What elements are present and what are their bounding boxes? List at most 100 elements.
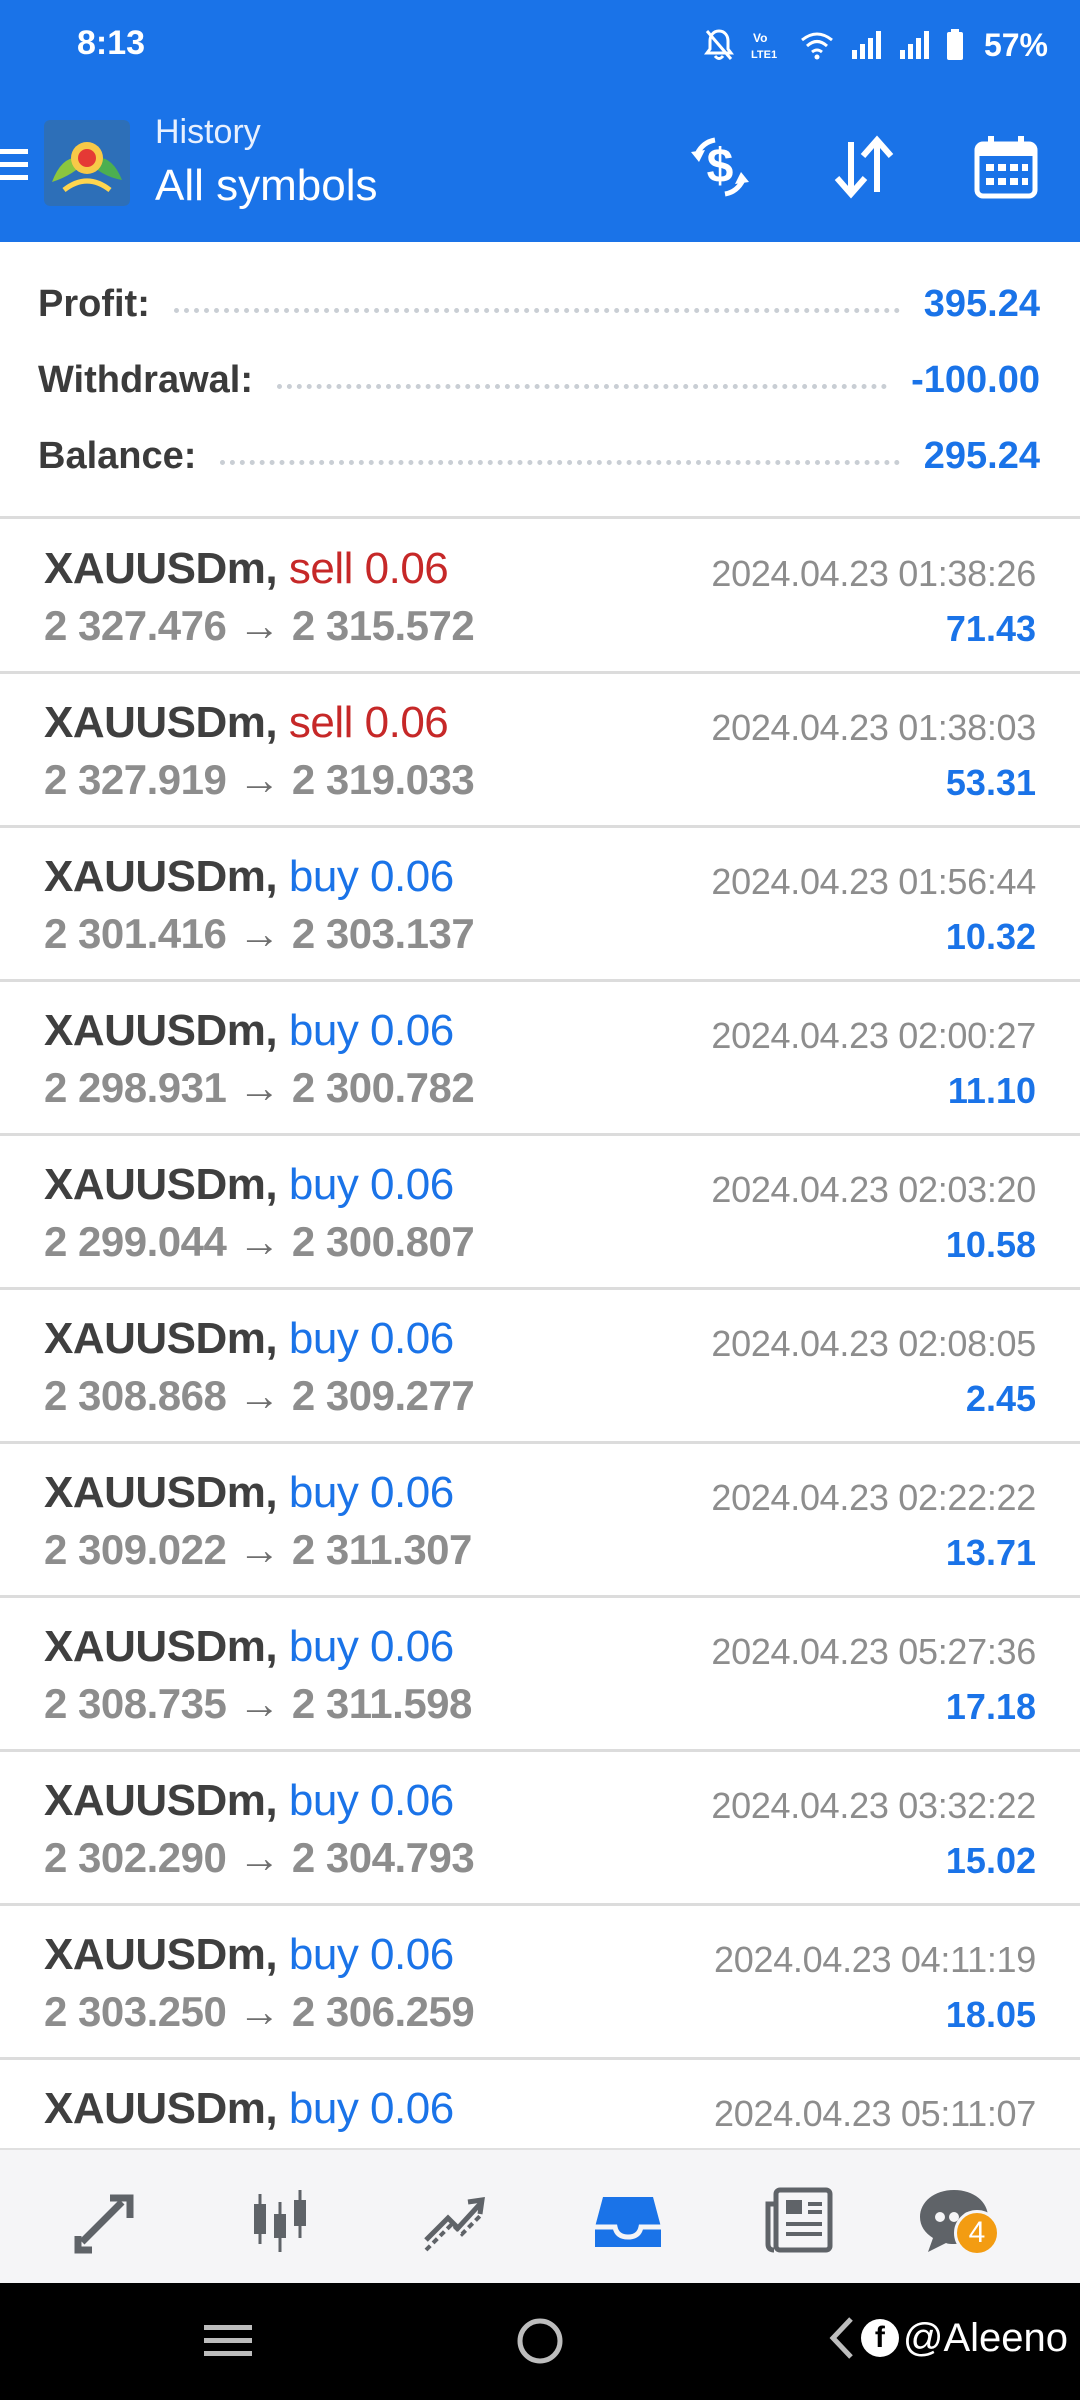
- deal-profit: 53.31: [945, 762, 1036, 803]
- battery-icon: [946, 29, 963, 60]
- calendar-icon: [974, 136, 1038, 199]
- deal-prices: 2 303.250 → 2 306.259: [44, 1988, 475, 2036]
- watermark: f @Aleeno: [827, 2313, 1068, 2363]
- deal-symbol-line: XAUUSDm, sell 0.06: [44, 698, 449, 748]
- sort-button[interactable]: [824, 127, 904, 207]
- deal-prices: 2 327.476 → 2 315.572: [44, 602, 475, 650]
- deal-prices: 2 308.868 → 2 309.277: [44, 1372, 475, 1420]
- price-arrow: →: [238, 1218, 280, 1265]
- deal-symbol-line: XAUUSDm, buy 0.06: [44, 1160, 454, 1210]
- deal-time: 2024.04.23 03:32:22: [711, 1785, 1036, 1826]
- deals-list[interactable]: XAUUSDm, sell 0.06 2 327.476 → 2 315.572 202…: [0, 520, 1080, 2148]
- deal-symbol: XAUUSDm,: [44, 1776, 278, 1825]
- svg-text:Vo: Vo: [753, 31, 767, 45]
- deal-profit: 71.43: [945, 608, 1036, 649]
- svg-text:$: $: [707, 140, 734, 193]
- history-icon: [595, 2197, 661, 2247]
- deal-type: buy 0.06: [288, 2084, 454, 2133]
- open-price: 2 309.022: [44, 1526, 227, 1573]
- deal-symbol-line: XAUUSDm, buy 0.06: [44, 1776, 454, 1826]
- deal-profit: 2.45: [965, 1378, 1036, 1419]
- deal-symbol-line: XAUUSDm, buy 0.06: [44, 852, 454, 902]
- balance-row: Balance: 295.24: [38, 426, 1040, 486]
- deal-profit: 10.32: [945, 916, 1036, 957]
- chart-icon: [254, 2190, 306, 2252]
- deal-profit: 10.58: [945, 1224, 1036, 1265]
- deal-symbol-line: XAUUSDm, buy 0.06: [44, 1622, 454, 1672]
- deal-profit: 13.71: [945, 1532, 1036, 1573]
- deal-row[interactable]: XAUUSDm, buy 0.06 2 309.022 → 2 311.307 2024…: [0, 1444, 1080, 1598]
- withdrawal-label: Withdrawal:: [38, 358, 253, 401]
- deal-symbol: XAUUSDm,: [44, 1006, 278, 1055]
- metatrader-logo-icon[interactable]: [44, 120, 130, 206]
- deal-symbol: XAUUSDm,: [44, 852, 278, 901]
- nav-chat[interactable]: 4: [914, 2180, 1000, 2260]
- deal-row[interactable]: XAUUSDm, buy 0.06 2 301.416 → 2 303.137 2024…: [0, 828, 1080, 982]
- menu-icon[interactable]: [0, 145, 28, 185]
- deal-type: buy 0.06: [288, 1468, 454, 1517]
- deal-row[interactable]: XAUUSDm, sell 0.06 2 327.476 → 2 315.572 202…: [0, 520, 1080, 674]
- leader-dots: [220, 459, 900, 465]
- close-price: 2 303.137: [291, 910, 475, 957]
- deal-symbol: XAUUSDm,: [44, 698, 278, 747]
- price-arrow: →: [238, 1988, 280, 2035]
- price-arrow: →: [238, 1680, 280, 1727]
- news-icon: [765, 2187, 833, 2253]
- deal-symbol: XAUUSDm,: [44, 1930, 278, 1979]
- deal-type: buy 0.06: [288, 1622, 454, 1671]
- deal-time: 2024.04.23 01:38:26: [711, 553, 1036, 594]
- history-summary: Profit: 395.24 Withdrawal: -100.00 Balan…: [0, 262, 1080, 516]
- deal-time: 2024.04.23 02:03:20: [711, 1169, 1036, 1210]
- recents-button[interactable]: [200, 2313, 256, 2369]
- balance-label: Balance:: [38, 434, 197, 477]
- open-price: 2 299.044: [44, 1218, 227, 1265]
- deal-row[interactable]: XAUUSDm, buy 0.06 2 303.250 → 2 306.259 2024…: [0, 1906, 1080, 2060]
- deal-symbol: XAUUSDm,: [44, 1468, 278, 1517]
- deal-row[interactable]: XAUUSDm, buy 0.06 2 299.044 → 2 300.807 2024…: [0, 1136, 1080, 1290]
- price-arrow: →: [238, 1834, 280, 1881]
- deal-row[interactable]: XAUUSDm, buy 0.06 2 308.735 → 2 311.598 2024…: [0, 1598, 1080, 1752]
- nav-quotes[interactable]: [68, 2180, 148, 2260]
- header-title[interactable]: All symbols: [155, 161, 378, 211]
- nav-trade[interactable]: [414, 2180, 494, 2260]
- quotes-icon: [74, 2194, 134, 2254]
- calendar-button[interactable]: [966, 127, 1046, 207]
- deal-row[interactable]: XAUUSDm, buy 0.06 2024.04.23 05:11:07: [0, 2060, 1080, 2148]
- nav-chart[interactable]: [240, 2180, 320, 2260]
- signal-2-icon: [899, 31, 929, 59]
- close-price: 2 306.259: [291, 1988, 475, 2035]
- deal-profit: 15.02: [945, 1840, 1036, 1881]
- leader-dots: [277, 383, 888, 389]
- open-price: 2 301.416: [44, 910, 227, 957]
- signal-icon: [851, 31, 881, 59]
- close-price: 2 300.807: [291, 1218, 475, 1265]
- deal-row[interactable]: XAUUSDm, buy 0.06 2 302.290 → 2 304.793 2024…: [0, 1752, 1080, 1906]
- nav-news[interactable]: [760, 2180, 840, 2260]
- open-price: 2 327.919: [44, 756, 227, 803]
- deal-type: buy 0.06: [288, 1160, 454, 1209]
- deal-row[interactable]: XAUUSDm, buy 0.06 2 298.931 → 2 300.782 2024…: [0, 982, 1080, 1136]
- price-arrow: →: [238, 602, 280, 649]
- deposit-withdrawal-button[interactable]: $: [680, 127, 760, 207]
- home-icon: [517, 2318, 563, 2364]
- deal-type: sell 0.06: [288, 698, 449, 747]
- deal-row[interactable]: XAUUSDm, buy 0.06 2 308.868 → 2 309.277 2024…: [0, 1290, 1080, 1444]
- nav-history[interactable]: [588, 2180, 668, 2260]
- deal-type: buy 0.06: [288, 852, 454, 901]
- deal-time: 2024.04.23 04:11:19: [714, 1939, 1036, 1980]
- deal-row[interactable]: XAUUSDm, sell 0.06 2 327.919 → 2 319.033 202…: [0, 674, 1080, 828]
- open-price: 2 298.931: [44, 1064, 227, 1111]
- deal-prices: 2 301.416 → 2 303.137: [44, 910, 475, 958]
- open-price: 2 308.868: [44, 1372, 227, 1419]
- deal-symbol: XAUUSDm,: [44, 1314, 278, 1363]
- deal-time: 2024.04.23 02:08:05: [711, 1323, 1036, 1364]
- status-time: 8:13: [77, 24, 146, 62]
- deal-symbol-line: XAUUSDm, buy 0.06: [44, 1006, 454, 1056]
- app-header: History All symbols $: [0, 95, 1080, 242]
- deal-symbol-line: XAUUSDm, buy 0.06: [44, 1314, 454, 1364]
- home-button[interactable]: [512, 2313, 568, 2369]
- trade-icon: [424, 2197, 485, 2252]
- sort-icon: [834, 135, 894, 199]
- back-icon[interactable]: [827, 2313, 857, 2363]
- open-price: 2 303.250: [44, 1988, 227, 2035]
